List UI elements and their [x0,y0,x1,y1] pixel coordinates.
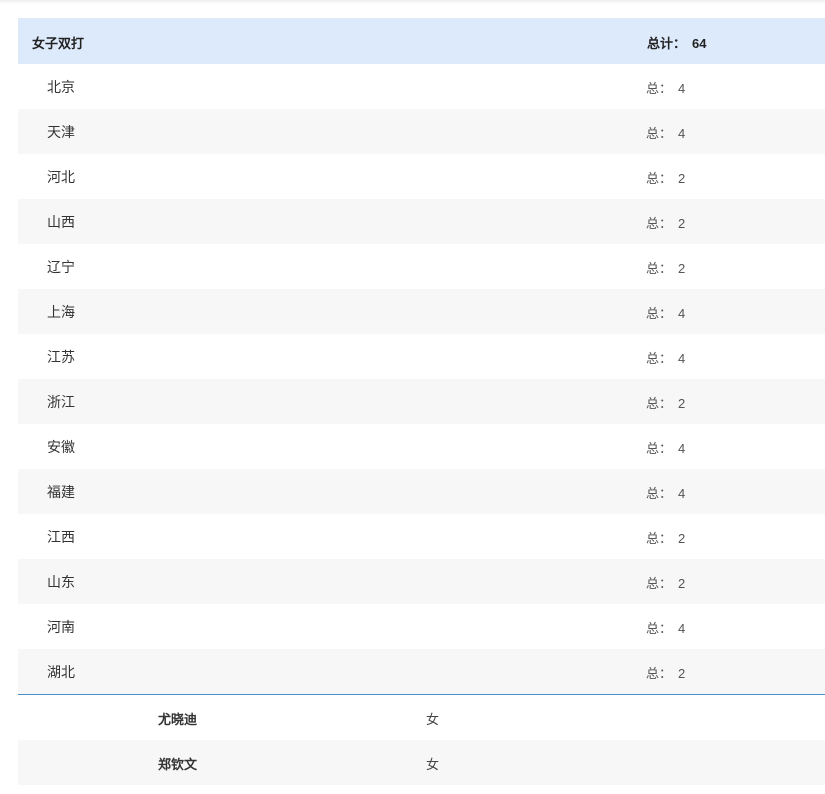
province-total-value: 2 [678,216,686,231]
province-total-label: 总： [646,441,673,456]
province-name: 江西 [47,529,75,545]
province-row[interactable]: 天津 总： 4 [18,109,825,154]
province-row[interactable]: 福建 总： 4 [18,469,825,514]
province-total-label: 总： [646,216,673,231]
province-total: 总： 4 [646,438,685,457]
province-total-value: 4 [678,306,686,321]
player-row: 尤晓迪 女 [18,695,825,740]
province-total: 总： 4 [646,303,685,322]
player-row: 郑钦文 女 [18,740,825,785]
doubles-table: 女子双打 总计： 64 北京 总： 4 天津 总： 4 河北 总： 2 山西 总： 2 辽… [18,18,825,785]
province-total: 总： 4 [646,483,685,502]
province-row[interactable]: 安徽 总： 4 [18,424,825,469]
province-row[interactable]: 辽宁 总： 2 [18,244,825,289]
province-total-label: 总： [646,126,673,141]
section-header: 女子双打 总计： 64 [18,18,825,64]
province-total-label: 总： [646,261,673,276]
province-total-label: 总： [646,396,673,411]
player-gender: 女 [426,757,440,772]
province-row[interactable]: 北京 总： 4 [18,64,825,109]
province-total-value: 2 [678,666,686,681]
province-total-value: 2 [678,531,686,546]
province-total-value: 2 [678,261,686,276]
province-name: 河北 [47,169,75,185]
province-total-value: 4 [678,351,686,366]
province-total-value: 2 [678,171,686,186]
province-name: 湖北 [47,664,75,680]
province-total-value: 2 [678,396,686,411]
province-total: 总： 4 [646,618,685,637]
province-total: 总： 2 [646,393,685,412]
province-name: 河南 [47,619,75,635]
province-name: 上海 [47,304,75,320]
province-total: 总： 4 [646,78,685,97]
province-name: 辽宁 [47,259,75,275]
province-name: 安徽 [47,439,75,455]
section-total-value: 64 [692,36,707,51]
province-row[interactable]: 上海 总： 4 [18,289,825,334]
province-total: 总： 2 [646,528,685,547]
province-total-value: 4 [678,81,686,96]
province-row[interactable]: 河北 总： 2 [18,154,825,199]
province-total-value: 4 [678,126,686,141]
province-total: 总： 4 [646,348,685,367]
province-name: 浙江 [47,394,75,410]
province-total-value: 2 [678,576,686,591]
province-total-label: 总： [646,666,673,681]
province-total-value: 4 [678,621,686,636]
province-name: 福建 [47,484,75,500]
province-total-label: 总： [646,351,673,366]
province-name: 天津 [47,124,75,140]
province-total-label: 总： [646,306,673,321]
province-total: 总： 2 [646,258,685,277]
section-total-label: 总计： [647,36,687,51]
player-list: 尤晓迪 女 郑钦文 女 [18,694,825,785]
section-title: 女子双打 [32,36,85,51]
province-name: 北京 [47,79,75,95]
top-divider [0,0,825,4]
province-total-label: 总： [646,531,673,546]
province-total-value: 4 [678,441,686,456]
province-row[interactable]: 河南 总： 4 [18,604,825,649]
province-total: 总： 2 [646,663,685,682]
province-total-label: 总： [646,486,673,501]
province-row[interactable]: 山东 总： 2 [18,559,825,604]
province-name: 江苏 [47,349,75,365]
province-row-expanded[interactable]: 湖北 总： 2 [18,649,825,694]
player-name: 郑钦文 [158,757,198,772]
province-total: 总： 2 [646,573,685,592]
province-row[interactable]: 江苏 总： 4 [18,334,825,379]
province-total-value: 4 [678,486,686,501]
province-row[interactable]: 江西 总： 2 [18,514,825,559]
province-name: 山东 [47,574,75,590]
province-total-label: 总： [646,81,673,96]
province-total-label: 总： [646,621,673,636]
player-gender: 女 [426,712,440,727]
province-total-label: 总： [646,171,673,186]
province-row[interactable]: 山西 总： 2 [18,199,825,244]
province-total-label: 总： [646,576,673,591]
section-total: 总计： 64 [647,33,706,52]
player-name: 尤晓迪 [158,712,198,727]
province-name: 山西 [47,214,75,230]
province-row[interactable]: 浙江 总： 2 [18,379,825,424]
province-total: 总： 4 [646,123,685,142]
province-total: 总： 2 [646,168,685,187]
province-total: 总： 2 [646,213,685,232]
